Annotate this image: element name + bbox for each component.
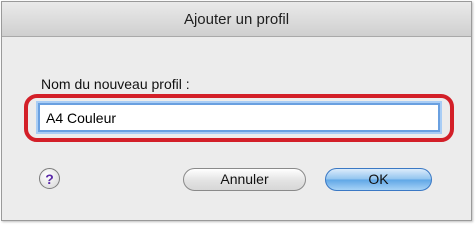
help-icon: ? (45, 170, 54, 187)
profile-name-input[interactable] (38, 103, 440, 132)
profile-name-label: Nom du nouveau profil : (41, 76, 190, 92)
dialog-title: Ajouter un profil (183, 11, 290, 28)
dialog-titlebar[interactable]: Ajouter un profil (2, 2, 471, 37)
add-profile-dialog: Ajouter un profil Nom du nouveau profil … (1, 1, 472, 221)
cancel-button[interactable]: Annuler (183, 168, 306, 191)
help-button[interactable]: ? (39, 168, 60, 189)
ok-button[interactable]: OK (325, 168, 432, 191)
